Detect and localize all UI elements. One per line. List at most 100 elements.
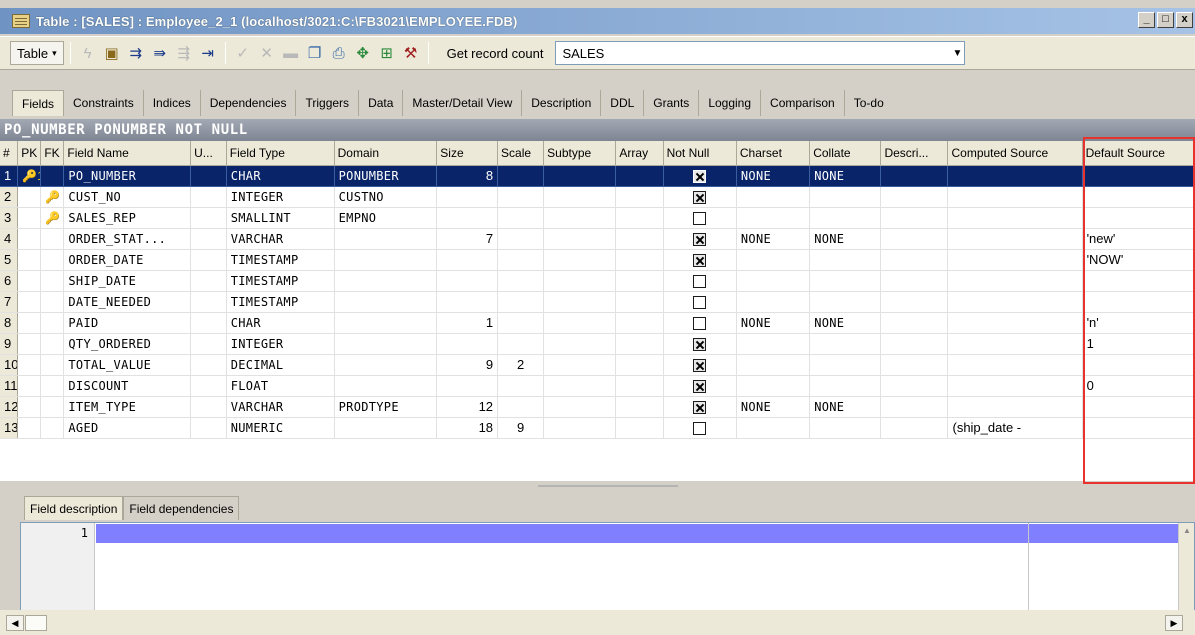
column-header[interactable]: Default Source (1082, 141, 1195, 166)
scale-cell[interactable] (497, 333, 545, 355)
table-menu-button[interactable]: Table ▾ (10, 41, 64, 65)
charset-cell[interactable]: NONE (736, 312, 811, 334)
current-line-highlight[interactable] (96, 524, 1179, 543)
tab-fields[interactable]: Fields (12, 90, 65, 116)
default-source-cell[interactable]: 0 (1082, 375, 1195, 397)
collate-cell[interactable] (809, 417, 882, 439)
collate-cell[interactable] (809, 270, 882, 292)
charset-cell[interactable] (736, 186, 811, 208)
description-cell[interactable] (880, 207, 949, 229)
size-cell[interactable]: 18 (436, 417, 499, 439)
title-bar[interactable]: Table : [SALES] : Employee_2_1 (localhos… (0, 8, 1195, 34)
table-row[interactable]: 1🔑1 PO_NUMBER CHARPONUMBER8 NONENONE (0, 165, 1195, 187)
default-source-cell[interactable]: 'NOW' (1082, 249, 1195, 271)
computed-source-cell[interactable] (947, 396, 1083, 418)
field-type-cell[interactable]: FLOAT (226, 375, 335, 397)
table-row[interactable]: 8 PAID CHAR 1 NONE NONE 'n' (0, 312, 1195, 334)
domain-cell[interactable] (334, 375, 438, 397)
array-cell[interactable] (615, 417, 664, 439)
not-null-checkbox[interactable] (693, 191, 707, 205)
table-row[interactable]: 5 ORDER_DATE TIMESTAMP 'NOW' (0, 249, 1195, 271)
tab-triggers[interactable]: Triggers (296, 90, 360, 116)
domain-cell[interactable] (334, 249, 438, 271)
pk-cell[interactable] (17, 312, 42, 334)
pk-cell[interactable] (17, 207, 42, 229)
field-type-cell[interactable]: DECIMAL (226, 354, 335, 376)
collate-cell[interactable]: NONE (809, 165, 882, 187)
tab-logging[interactable]: Logging (699, 90, 762, 116)
pk-cell[interactable] (17, 375, 42, 397)
unique-cell[interactable] (190, 396, 227, 418)
default-source-cell[interactable] (1082, 186, 1195, 208)
fk-cell[interactable] (40, 354, 65, 376)
not-null-cell[interactable] (663, 333, 737, 355)
description-cell[interactable] (880, 417, 949, 439)
field-name-cell[interactable]: SALES_REP (63, 207, 192, 229)
field-name-cell[interactable]: ORDER_DATE (63, 249, 192, 271)
scale-cell[interactable] (497, 165, 545, 187)
tools-icon[interactable]: ⚒ (400, 42, 422, 64)
unique-cell[interactable] (190, 312, 227, 334)
description-cell[interactable] (880, 375, 949, 397)
charset-cell[interactable] (736, 207, 811, 229)
field-name-cell[interactable]: AGED (63, 417, 192, 439)
row-number[interactable]: 1 (0, 165, 19, 187)
default-source-cell[interactable]: 'new' (1082, 228, 1195, 250)
pk-cell[interactable]: 🔑1 (17, 165, 42, 187)
fk-cell[interactable] (40, 375, 65, 397)
pk-cell[interactable] (17, 270, 42, 292)
pk-cell[interactable] (17, 333, 42, 355)
pk-cell[interactable] (17, 186, 42, 208)
table-row[interactable]: 7 DATE_NEEDED TIMESTAMP (0, 291, 1195, 313)
not-null-checkbox[interactable] (693, 380, 707, 394)
rollback-icon[interactable]: ✕ (256, 42, 278, 64)
size-cell[interactable] (436, 375, 499, 397)
add-field-icon[interactable]: ⇉ (125, 42, 147, 64)
size-cell[interactable]: 7 (436, 228, 499, 250)
grid-resize-handle[interactable] (538, 485, 678, 487)
computed-source-cell[interactable] (947, 228, 1083, 250)
charset-cell[interactable] (736, 354, 811, 376)
domain-cell[interactable]: PONUMBER (334, 165, 438, 187)
computed-source-cell[interactable] (947, 270, 1083, 292)
subtype-cell[interactable] (543, 375, 617, 397)
computed-source-cell[interactable] (947, 333, 1083, 355)
domain-cell[interactable] (334, 354, 438, 376)
tab-ddl[interactable]: DDL (601, 90, 645, 116)
computed-source-cell[interactable] (947, 186, 1083, 208)
edit-table-icon[interactable]: ▣ (101, 42, 123, 64)
description-cell[interactable] (880, 270, 949, 292)
column-header[interactable]: Scale (497, 141, 545, 166)
delete-field-icon[interactable]: ⇶ (173, 42, 195, 64)
unique-cell[interactable] (190, 375, 227, 397)
not-null-checkbox[interactable] (693, 317, 707, 331)
unique-cell[interactable] (190, 354, 227, 376)
subtype-cell[interactable] (543, 165, 617, 187)
array-cell[interactable] (615, 312, 664, 334)
field-name-cell[interactable]: ORDER_STAT... (63, 228, 192, 250)
computed-source-cell[interactable] (947, 354, 1083, 376)
array-cell[interactable] (615, 249, 664, 271)
row-number[interactable]: 12 (0, 396, 19, 418)
column-header[interactable]: PK (17, 141, 42, 166)
scroll-left-icon[interactable]: ◀ (6, 615, 24, 631)
subtype-cell[interactable] (543, 417, 617, 439)
field-type-cell[interactable]: TIMESTAMP (226, 249, 335, 271)
not-null-checkbox[interactable] (693, 275, 707, 289)
table-row[interactable]: 6 SHIP_DATE TIMESTAMP (0, 270, 1195, 292)
domain-cell[interactable] (334, 228, 438, 250)
row-number[interactable]: 10 (0, 354, 19, 376)
size-cell[interactable]: 9 (436, 354, 499, 376)
size-cell[interactable] (436, 207, 499, 229)
field-name-cell[interactable]: ITEM_TYPE (63, 396, 192, 418)
unique-cell[interactable] (190, 165, 227, 187)
row-number[interactable]: 7 (0, 291, 19, 313)
scale-cell[interactable] (497, 312, 545, 334)
copy-table-icon[interactable]: ❐ (304, 42, 326, 64)
collate-cell[interactable] (809, 291, 882, 313)
tab-dependencies[interactable]: Dependencies (201, 90, 297, 116)
default-source-cell[interactable]: 1 (1082, 333, 1195, 355)
close-button[interactable]: x (1176, 12, 1193, 28)
table-row[interactable]: 3 🔑 SALES_REP SMALLINT EMPNO (0, 207, 1195, 229)
computed-source-cell[interactable] (947, 312, 1083, 334)
